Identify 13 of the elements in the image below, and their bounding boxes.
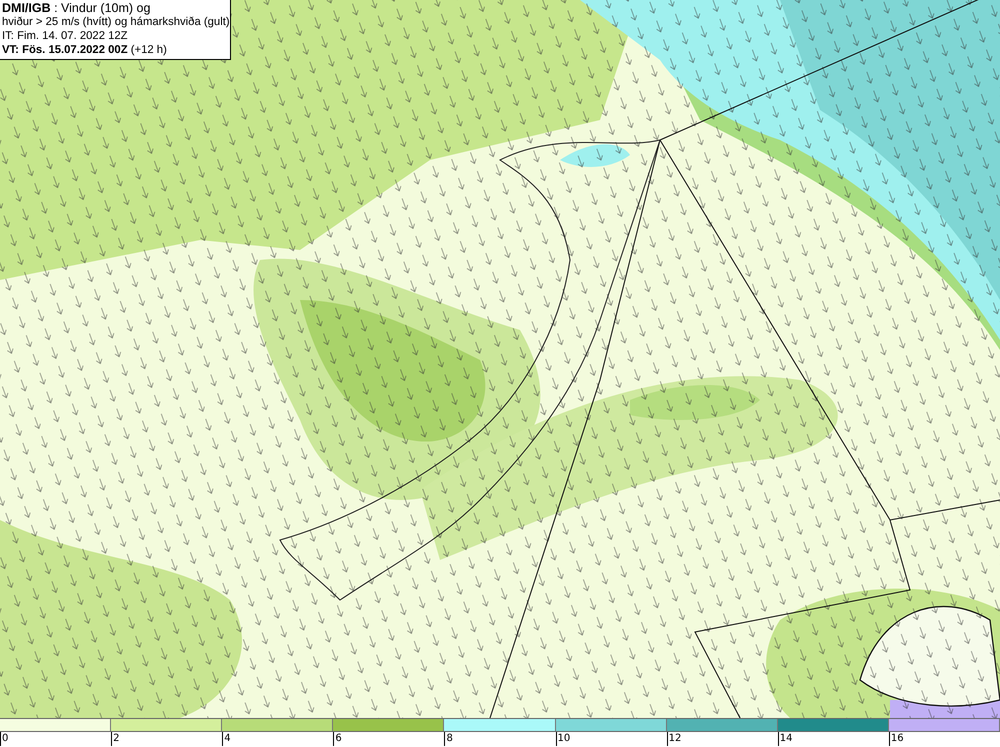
scale-tick-label: 12	[666, 732, 682, 746]
scale-tick-label: 8	[444, 732, 453, 746]
title-text: IT: Fim. 14. 07. 2022 12Z	[2, 29, 129, 43]
title-text: VT: Fös. 15.07.2022 00Z (+12 h)	[2, 43, 168, 57]
scale-tick-label: 4	[222, 732, 231, 746]
scale-tick-label: 14	[778, 732, 792, 746]
scale-tick-label: 0	[0, 732, 8, 746]
scale-tick-label: 6	[333, 732, 342, 746]
title-text: DMI/IGB : Vindur (10m) og	[2, 1, 152, 15]
scale-tick-label: 2	[111, 732, 120, 746]
scale-tick-label: 16	[888, 732, 904, 746]
scale-tick-label: 10	[556, 732, 570, 746]
title-text: hviður > 25 m/s (hvítt) og hámarkshviða (gult)	[2, 15, 228, 29]
